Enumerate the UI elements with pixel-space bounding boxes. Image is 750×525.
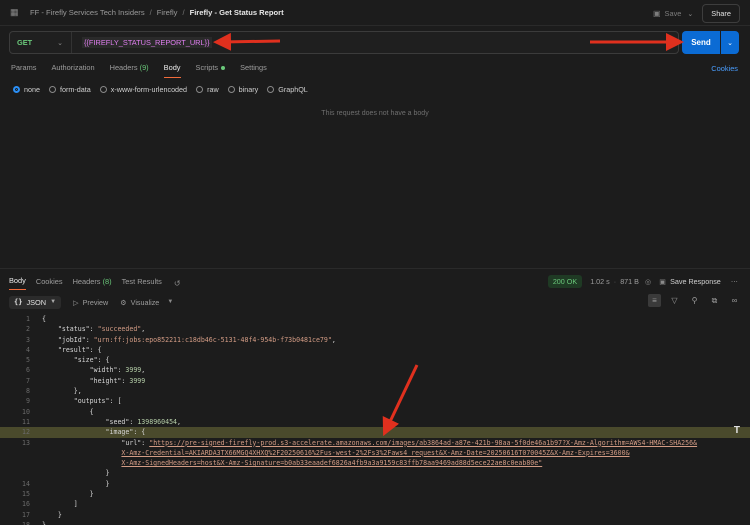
annotation-arrow-url: [213, 32, 281, 51]
annotation-arrows: [213, 32, 684, 437]
annotation-arrow-image-url: [382, 364, 419, 437]
